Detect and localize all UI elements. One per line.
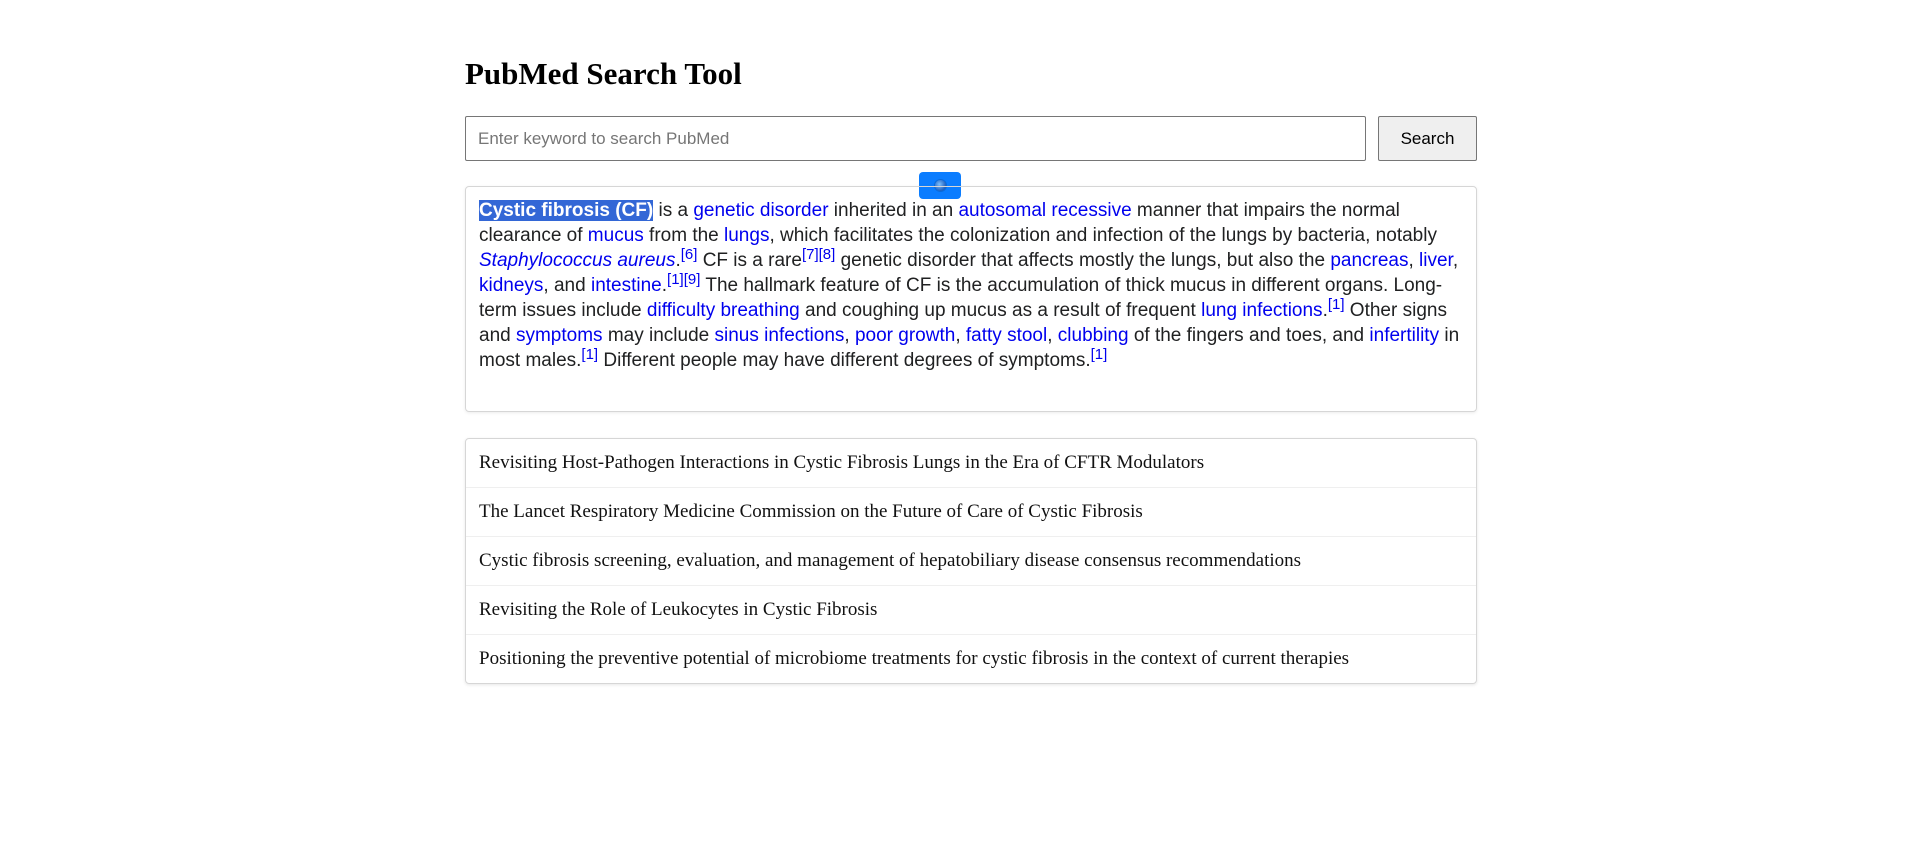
summary-text: Different people may have different degr… [598, 350, 1091, 371]
search-button[interactable]: Search [1378, 116, 1477, 161]
summary-text: , [1452, 250, 1459, 271]
result-item[interactable]: Cystic fibrosis screening, evaluation, a… [466, 537, 1476, 586]
link-autosomal-recessive[interactable]: autosomal recessive [958, 200, 1131, 221]
summary-text: CF is a rare [697, 250, 802, 271]
summary-text: genetic disorder that affects mostly the… [835, 250, 1331, 271]
citation-1[interactable]: [1] [667, 271, 684, 288]
summary-text: is a [653, 200, 694, 221]
link-clubbing[interactable]: clubbing [1058, 325, 1129, 346]
summary-text: and coughing up mucus as a result of fre… [799, 300, 1202, 321]
summary-text: , [955, 325, 966, 346]
link-lungs[interactable]: lungs [724, 225, 769, 246]
summary-text: inherited in an [828, 200, 959, 221]
citation-1[interactable]: [1] [1091, 346, 1108, 363]
citation-1[interactable]: [1] [1328, 296, 1345, 313]
link-sinus-infections[interactable]: sinus infections [715, 325, 845, 346]
selected-term[interactable]: Cystic fibrosis (CF) [479, 200, 654, 221]
link-kidneys[interactable]: kidneys [479, 275, 543, 296]
link-mucus[interactable]: mucus [588, 225, 644, 246]
result-item[interactable]: Positioning the preventive potential of … [466, 635, 1476, 683]
summary-panel: Cystic fibrosis (CF) is a genetic disord… [465, 186, 1477, 412]
link-staphylococcus-aureus[interactable]: Staphylococcus aureus [479, 250, 675, 271]
summary-text: may include [602, 325, 715, 346]
summary-text: of the fingers and toes, and [1128, 325, 1370, 346]
result-item[interactable]: Revisiting Host-Pathogen Interactions in… [466, 439, 1476, 488]
citation-6[interactable]: [6] [681, 246, 698, 263]
summary-text: , [1047, 325, 1058, 346]
citation-7[interactable]: [7] [802, 246, 819, 263]
link-difficulty-breathing[interactable]: difficulty breathing [647, 300, 800, 321]
results-list: Revisiting Host-Pathogen Interactions in… [465, 438, 1477, 684]
summary-text: from the [643, 225, 725, 246]
citation-1[interactable]: [1] [581, 346, 598, 363]
link-genetic-disorder[interactable]: genetic disorder [693, 200, 828, 221]
link-infertility[interactable]: infertility [1369, 325, 1439, 346]
summary-text: , [1408, 250, 1420, 271]
link-liver[interactable]: liver [1419, 250, 1453, 271]
page-title: PubMed Search Tool [465, 56, 742, 91]
summary-text: , which facilitates the colonization and… [769, 225, 1437, 246]
result-item[interactable]: Revisiting the Role of Leukocytes in Cys… [466, 586, 1476, 635]
link-lung-infections[interactable]: lung infections [1201, 300, 1322, 321]
link-poor-growth[interactable]: poor growth [855, 325, 955, 346]
summary-text: , [844, 325, 855, 346]
citation-9[interactable]: [9] [684, 271, 701, 288]
link-intestine[interactable]: intestine [591, 275, 662, 296]
citation-8[interactable]: [8] [819, 246, 836, 263]
summary-text: , and [543, 275, 591, 296]
link-fatty-stool[interactable]: fatty stool [966, 325, 1047, 346]
search-row: Search [465, 116, 1477, 161]
search-input[interactable] [465, 116, 1366, 161]
result-item[interactable]: The Lancet Respiratory Medicine Commissi… [466, 488, 1476, 537]
link-symptoms[interactable]: symptoms [516, 325, 603, 346]
link-pancreas[interactable]: pancreas [1330, 250, 1408, 271]
